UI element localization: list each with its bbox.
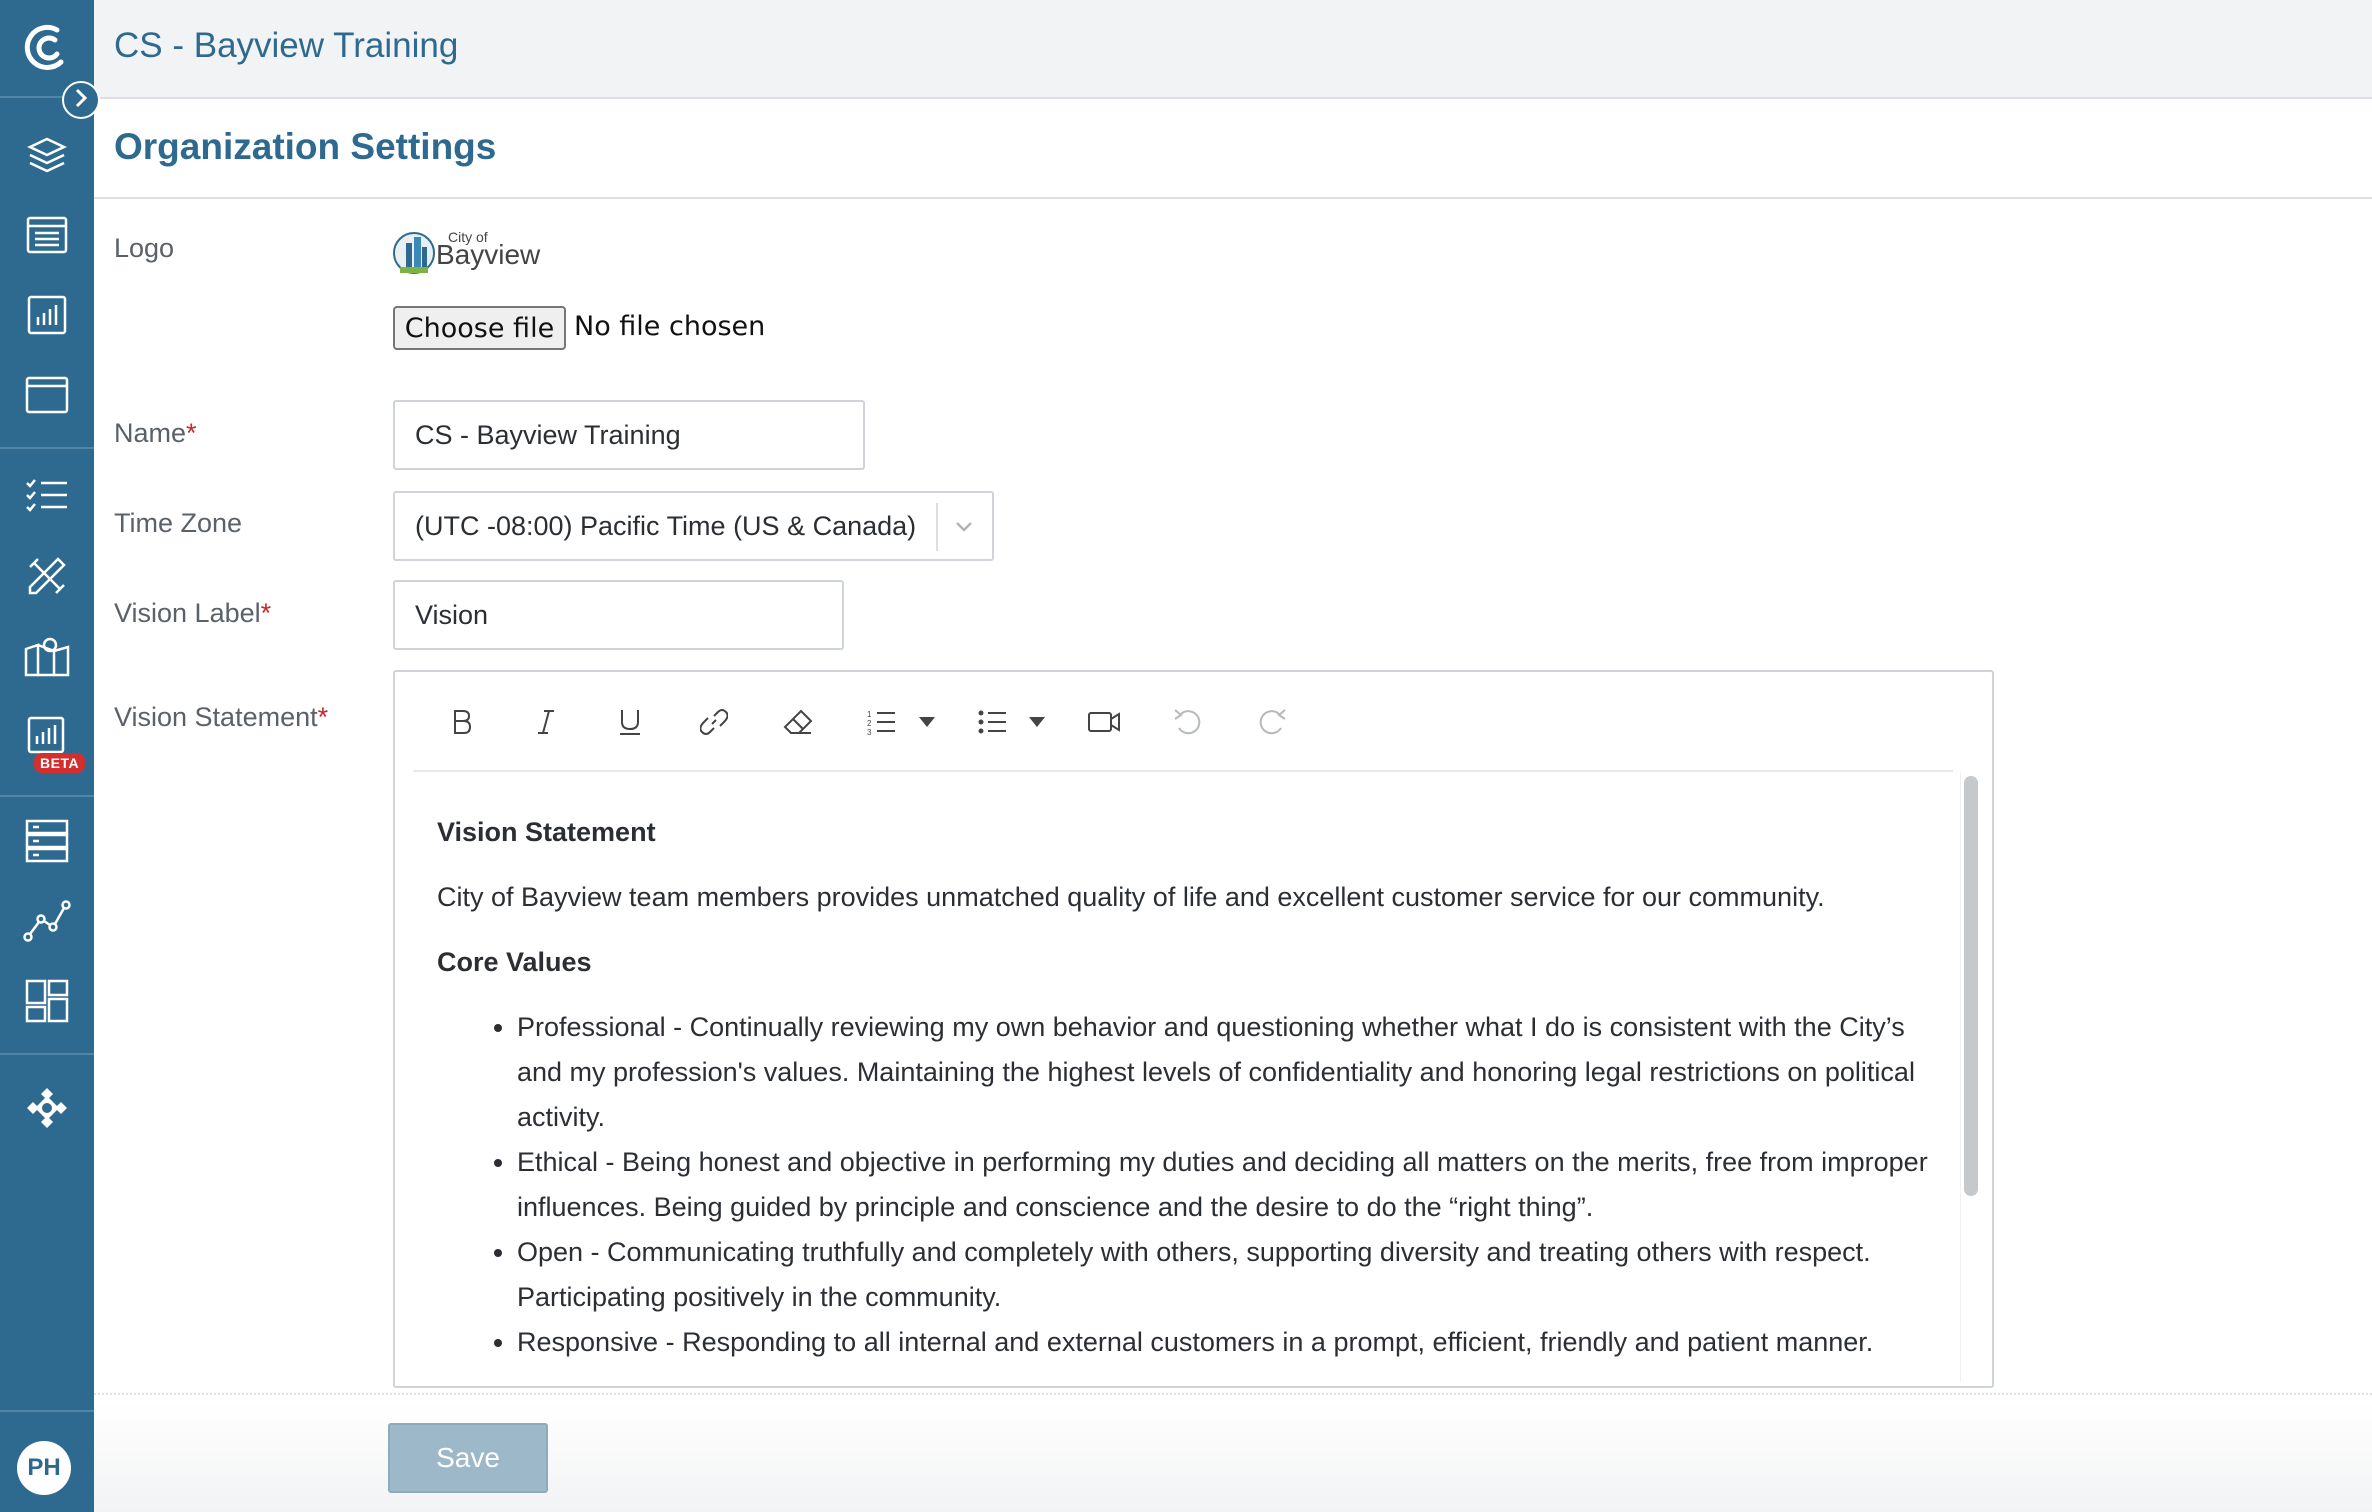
puzzle-settings-icon (23, 1084, 71, 1137)
organization-name: CS - Bayview Training (114, 26, 459, 65)
organization-logo: City of Bayview (392, 225, 542, 281)
vision-statement-label-text: Vision Statement (114, 702, 318, 732)
undo-icon[interactable] (1168, 702, 1208, 742)
avatar[interactable]: PH (17, 1441, 71, 1495)
layers-icon (27, 135, 67, 180)
core-values-list: Professional - Continually reviewing my … (517, 1005, 1937, 1365)
vision-label-input[interactable] (393, 580, 844, 650)
toolbar-divider (413, 770, 1953, 772)
caret-down-icon[interactable] (915, 702, 939, 742)
logo-label: Logo (114, 233, 175, 263)
map-icon (24, 635, 70, 682)
editor-content[interactable]: Vision Statement City of Bayview team me… (437, 810, 1937, 1365)
vision-label-text: Vision Label (114, 598, 261, 628)
sidebar-item-reports[interactable] (0, 282, 94, 352)
sidebar-item-map[interactable] (0, 623, 94, 693)
sidebar-item-layers[interactable] (0, 122, 94, 192)
sidebar-separator (0, 1410, 94, 1412)
select-divider (936, 503, 938, 551)
required-marker: * (186, 418, 197, 448)
timezone-select[interactable]: (UTC -08:00) Pacific Time (US & Canada) (393, 491, 994, 561)
list-item: Responsive - Responding to all internal … (517, 1320, 1937, 1365)
tools-icon (26, 555, 68, 602)
name-input[interactable] (393, 400, 865, 470)
link-icon[interactable] (694, 702, 734, 742)
top-bar: CS - Bayview Training (94, 0, 2372, 99)
choose-file-button[interactable]: Choose file (393, 306, 566, 350)
italic-icon[interactable] (526, 702, 566, 742)
sidebar: BETA PH (0, 0, 94, 1512)
dashboard-grid-icon (25, 979, 69, 1028)
underline-icon[interactable] (610, 702, 650, 742)
editor-paragraph: City of Bayview team members provides un… (437, 882, 1825, 912)
sidebar-item-paths[interactable] (0, 888, 94, 958)
required-marker: * (317, 702, 329, 732)
bold-icon[interactable] (442, 702, 482, 742)
checklist-icon (25, 478, 69, 519)
logo-text-big: Bayview (436, 239, 541, 270)
svg-text:3: 3 (867, 728, 872, 735)
svg-text:1: 1 (867, 710, 872, 719)
sidebar-item-servers[interactable] (0, 808, 94, 878)
vision-label-label: Vision Label* (114, 598, 271, 629)
beta-badge: BETA (34, 753, 86, 773)
page-title: Organization Settings (114, 126, 497, 167)
editor-heading: Core Values (437, 947, 592, 977)
path-nodes-icon (23, 899, 71, 948)
sidebar-item-settings[interactable] (0, 1075, 94, 1145)
sidebar-item-windows[interactable] (0, 362, 94, 432)
title-divider (94, 197, 2372, 199)
save-button[interactable]: Save (388, 1423, 548, 1493)
sidebar-separator (0, 1053, 94, 1055)
server-stack-icon (25, 819, 69, 868)
timezone-label: Time Zone (114, 508, 243, 538)
list-item: Ethical - Being honest and objective in … (517, 1140, 1937, 1230)
bar-chart-icon (27, 295, 67, 340)
sidebar-separator (0, 447, 94, 449)
sidebar-item-checklist[interactable] (0, 463, 94, 533)
name-label: Name* (114, 418, 197, 449)
chevron-down-icon[interactable] (950, 513, 978, 541)
editor-toolbar: 123 (395, 672, 1992, 770)
timezone-selected-value: (UTC -08:00) Pacific Time (US & Canada) (415, 511, 917, 541)
sidebar-item-beta-reports[interactable]: BETA (0, 703, 94, 773)
chevron-right-icon (73, 88, 89, 113)
editor-scrollbar[interactable] (1964, 776, 1978, 1196)
ordered-list-icon[interactable]: 123 (862, 702, 902, 742)
video-icon[interactable] (1084, 702, 1124, 742)
caret-down-icon[interactable] (1025, 702, 1049, 742)
redo-icon[interactable] (1252, 702, 1292, 742)
sidebar-item-documents[interactable] (0, 202, 94, 272)
footer-divider (94, 1393, 2372, 1395)
editor-heading: Vision Statement (437, 817, 656, 847)
list-item: Open - Communicating truthfully and comp… (517, 1230, 1937, 1320)
sidebar-item-dashboard[interactable] (0, 968, 94, 1038)
name-label-text: Name (114, 418, 187, 448)
eraser-icon[interactable] (778, 702, 818, 742)
file-status-text: No file chosen (574, 311, 766, 342)
sidebar-toggle-button[interactable] (62, 81, 100, 119)
sidebar-item-tools[interactable] (0, 543, 94, 613)
document-list-icon (26, 216, 68, 259)
browser-window-icon (25, 376, 69, 419)
vision-statement-editor[interactable]: 123 Vision Statement City of Bayview tea… (393, 670, 1994, 1388)
vision-statement-label: Vision Statement* (114, 702, 328, 733)
list-item: Professional - Continually reviewing my … (517, 1005, 1937, 1140)
svg-text:2: 2 (867, 719, 872, 728)
sidebar-separator (0, 795, 94, 797)
bullet-list-icon[interactable] (973, 702, 1013, 742)
required-marker: * (260, 598, 272, 628)
